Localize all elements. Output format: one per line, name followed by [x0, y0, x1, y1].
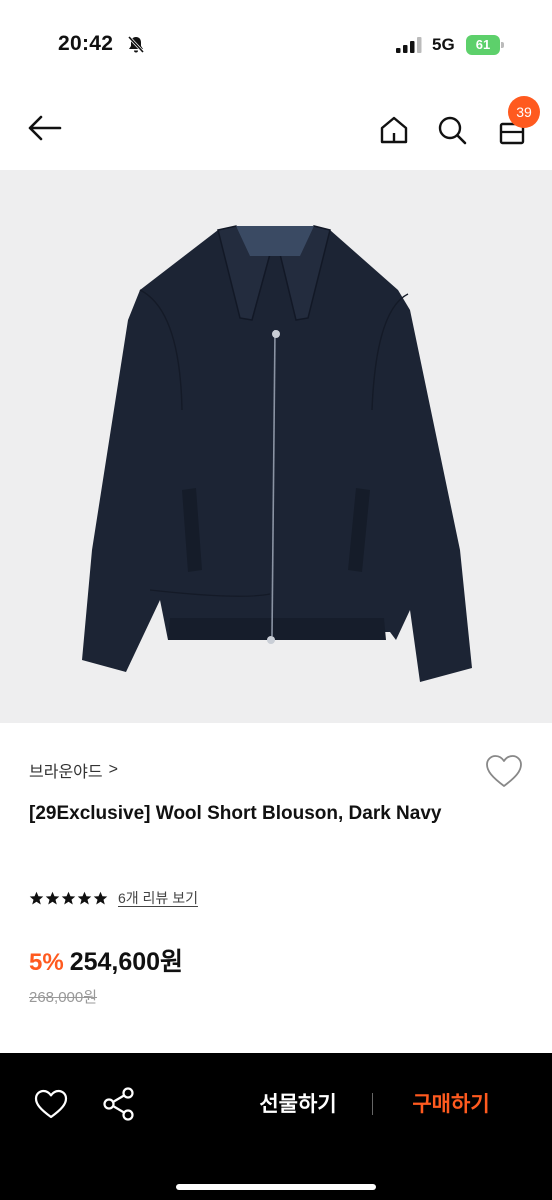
- product-image[interactable]: [0, 170, 552, 723]
- network-type: 5G: [432, 35, 455, 54]
- wishlist-heart-icon-button[interactable]: [33, 1087, 69, 1123]
- star-icon: [45, 891, 60, 904]
- view-reviews-link[interactable]: 6개 리뷰 보기: [118, 888, 198, 908]
- status-bar: 20:42 5G 61: [0, 0, 552, 90]
- wool-blouson-jacket-image: [82, 225, 472, 682]
- home-button[interactable]: [372, 108, 416, 152]
- back-button[interactable]: [22, 108, 68, 148]
- brand-link[interactable]: 브라운야드 >: [29, 758, 118, 782]
- arrow-left-icon: [28, 115, 62, 141]
- home-indicator: [176, 1184, 376, 1190]
- buy-button[interactable]: 구매하기: [393, 1085, 509, 1125]
- sale-price: 254,600원: [69, 948, 184, 976]
- star-icon: [61, 891, 76, 904]
- gift-button[interactable]: 선물하기: [240, 1085, 356, 1125]
- bell-muted-icon: [127, 35, 145, 54]
- home-icon: [380, 116, 408, 144]
- search-button[interactable]: [430, 108, 474, 152]
- search-icon: [438, 116, 467, 145]
- original-price: 268,000원: [29, 989, 98, 1006]
- top-navigation: [0, 90, 552, 170]
- rating-row: 6개 리뷰 보기: [29, 888, 198, 908]
- cellular-signal-icon: [396, 37, 422, 53]
- rating-stars: [29, 891, 108, 906]
- chevron-right-icon: >: [108, 761, 118, 778]
- brand-name: 브라운야드: [29, 764, 103, 781]
- battery-indicator: 61: [466, 35, 506, 55]
- price-row: 5% 254,600원: [29, 942, 183, 978]
- product-title: [29Exclusive] Wool Short Blouson, Dark N…: [29, 803, 442, 824]
- battery-cap: [501, 42, 504, 48]
- star-icon: [93, 891, 108, 904]
- star-icon: [29, 891, 44, 904]
- star-icon: [77, 891, 92, 904]
- battery-level: 61: [466, 35, 500, 55]
- share-icon-button[interactable]: [100, 1085, 138, 1123]
- wishlist-heart-button[interactable]: [484, 752, 524, 792]
- status-time: 20:42: [58, 32, 114, 55]
- bottom-action-bar: 선물하기 구매하기: [0, 1053, 552, 1200]
- cart-count-badge: 39: [508, 96, 540, 128]
- discount-rate: 5%: [29, 949, 64, 976]
- divider: [372, 1093, 373, 1115]
